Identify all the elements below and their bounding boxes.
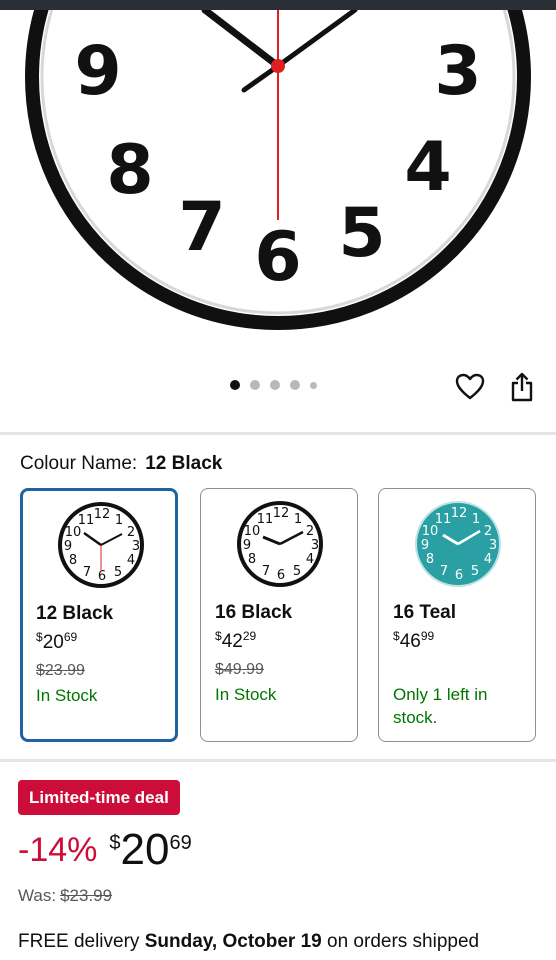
svg-text:2: 2 [484,524,492,539]
swatch-stock: Only 1 left in stock. [393,685,488,727]
price-whole: 20 [42,632,64,653]
swatch-name: 12 Black [36,603,114,624]
svg-text:3: 3 [311,538,319,553]
svg-text:4: 4 [127,553,135,568]
svg-text:8: 8 [69,553,77,568]
was-label: Was: [18,886,57,905]
svg-text:9: 9 [243,538,251,553]
share-button[interactable] [506,371,538,403]
svg-text:12: 12 [94,507,111,522]
delivery-info: FREE delivery Sunday, October 19 on orde… [18,930,538,954]
currency-symbol: $ [215,629,222,643]
deal-price: $ 20 69 [109,826,191,874]
swatch-thumbnail: 12 12 345 678 91011 [415,501,501,587]
add-to-wishlist-button[interactable] [454,371,486,403]
currency-symbol: $ [36,630,43,644]
swatch-12-black[interactable]: 12 1 2 345 678 9 10 11 12 Black $2069 $23.99… [20,488,178,742]
svg-text:7: 7 [83,565,91,580]
numeral-6: 6 [254,218,301,297]
price-fraction: 99 [420,629,435,643]
currency-symbol: $ [109,832,121,854]
clock-image: 9 3 8 4 7 6 5 [25,10,531,330]
numeral-9: 9 [74,32,121,111]
numeral-7: 7 [178,188,225,267]
svg-text:9: 9 [64,539,72,554]
svg-text:2: 2 [127,525,135,540]
price-whole: 42 [221,631,243,652]
svg-text:1: 1 [294,512,302,527]
svg-text:5: 5 [471,564,479,579]
numeral-5: 5 [338,194,385,273]
price-whole: 46 [399,631,421,652]
svg-text:3: 3 [489,538,497,553]
carousel-dot[interactable] [250,380,260,390]
swatch-was-price: $49.99 [215,661,264,678]
swatch-thumbnail: 12 12 345 678 91011 [58,502,144,588]
swatch-stock: In Stock [215,685,277,704]
price-fraction: 69 [169,832,192,854]
heart-icon [455,373,485,400]
swatch-16-teal[interactable]: 12 1 2 345 678 9 10 11 16 Teal $4699 Only 1 … [378,488,536,742]
discount-percent: -14% [18,831,98,869]
svg-text:9: 9 [421,538,429,553]
svg-text:12: 12 [273,506,290,521]
svg-text:11: 11 [435,512,452,527]
swatch-stock: In Stock [36,686,98,705]
delivery-prefix: FREE delivery [18,931,140,952]
svg-text:3: 3 [132,539,140,554]
swatch-16-black[interactable]: 12 1 2 345 678 9 10 11 16 Black $4229 $49.99… [200,488,358,742]
product-image[interactable]: 9 3 8 4 7 6 5 [0,10,556,360]
was-price: Was: $23.99 [18,886,112,906]
svg-text:11: 11 [78,513,95,528]
svg-text:4: 4 [484,552,492,567]
status-bar [0,0,556,10]
svg-text:1: 1 [472,512,480,527]
svg-text:6: 6 [277,568,285,583]
svg-text:11: 11 [257,512,274,527]
selected-colour: 12 Black [145,453,223,474]
svg-text:5: 5 [293,564,301,579]
was-value: $23.99 [60,886,113,905]
svg-text:5: 5 [114,565,122,580]
carousel-dot[interactable] [270,380,280,390]
swatch-thumbnail: 12 12 345 678 91011 [237,501,323,587]
svg-text:8: 8 [426,552,434,567]
swatch-was-price: $23.99 [36,662,85,679]
deal-price-row: -14% $ 20 69 [18,826,192,874]
svg-text:7: 7 [440,564,448,579]
currency-symbol: $ [393,629,400,643]
svg-text:7: 7 [262,564,270,579]
svg-text:1: 1 [115,513,123,528]
numeral-8: 8 [106,131,153,210]
swatch-name: 16 Black [215,602,293,623]
limited-time-deal-badge: Limited-time deal [18,780,180,815]
price-fraction: 29 [242,629,257,643]
numeral-3: 3 [434,32,481,111]
image-carousel-dots[interactable] [230,380,317,390]
carousel-dot[interactable] [230,380,240,390]
carousel-dot[interactable] [310,381,317,389]
section-divider [0,432,556,435]
delivery-suffix: on orders shipped [327,931,480,952]
colour-label-text: Colour Name: [20,453,138,474]
svg-text:8: 8 [248,552,256,567]
section-divider [0,759,556,762]
svg-text:4: 4 [306,552,314,567]
swatch-name: 16 Teal [393,602,457,623]
price-fraction: 69 [63,630,78,644]
swatch-price: $2069 [36,630,77,654]
svg-text:12: 12 [451,506,468,521]
swatch-price: $4699 [393,629,434,653]
svg-text:6: 6 [455,568,463,583]
carousel-dot[interactable] [290,380,300,390]
colour-name-label: Colour Name: 12 Black [20,453,222,475]
delivery-date: Sunday, October 19 [144,931,322,952]
numeral-4: 4 [404,128,451,207]
share-icon [511,372,533,402]
swatch-price: $4229 [215,629,256,653]
svg-text:2: 2 [306,524,314,539]
svg-text:6: 6 [98,569,106,584]
price-whole: 20 [120,825,170,874]
